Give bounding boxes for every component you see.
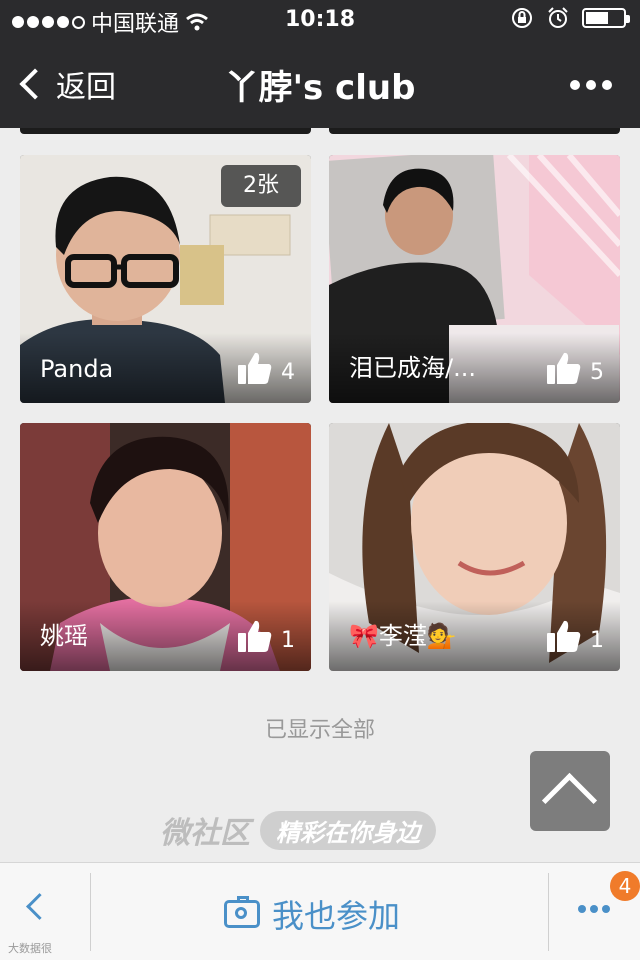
thumbs-up-icon bbox=[238, 352, 272, 384]
more-menu-button[interactable] bbox=[578, 905, 610, 913]
watermark: 大数据很 bbox=[8, 942, 52, 955]
page-title: 丫脖's club bbox=[224, 68, 416, 108]
like-count: 1 bbox=[281, 628, 295, 653]
navigation-bar: 返回 丫脖's club bbox=[0, 40, 640, 128]
like-button[interactable]: 1 bbox=[237, 619, 295, 653]
chevron-up-icon bbox=[541, 772, 598, 829]
back-arrow-button[interactable] bbox=[26, 893, 53, 920]
divider bbox=[90, 873, 91, 951]
like-count: 5 bbox=[590, 360, 604, 385]
like-button[interactable]: 4 bbox=[237, 351, 295, 385]
join-button[interactable]: 我也参加 bbox=[224, 891, 400, 937]
alarm-icon bbox=[548, 7, 568, 28]
photo-card[interactable]: 🎀李滢💁 1 bbox=[329, 423, 620, 671]
previous-card-edge bbox=[329, 128, 620, 134]
photo-card[interactable]: 泪已成海/... 5 bbox=[329, 155, 620, 403]
member-name: 泪已成海/... bbox=[349, 354, 476, 382]
list-end-label: 已显示全部 bbox=[264, 718, 375, 743]
photo-card[interactable]: 2张 Panda 4 bbox=[20, 155, 311, 403]
like-button[interactable]: 1 bbox=[546, 619, 604, 653]
previous-card-edge bbox=[20, 128, 311, 134]
status-bar: 中国联通 10:18 bbox=[0, 0, 640, 40]
member-name: Panda bbox=[40, 355, 114, 383]
more-options-button[interactable] bbox=[570, 80, 612, 90]
thumbs-up-icon bbox=[238, 620, 272, 652]
camera-icon bbox=[224, 896, 260, 928]
photo-card[interactable]: 姚瑶 1 bbox=[20, 423, 311, 671]
member-name: 姚瑶 bbox=[40, 622, 88, 650]
bottom-toolbar: 我也参加 4 bbox=[0, 862, 640, 960]
brand-name: 微社区 bbox=[160, 816, 250, 851]
notification-badge: 4 bbox=[610, 871, 640, 901]
like-button[interactable]: 5 bbox=[546, 351, 604, 385]
like-count: 4 bbox=[281, 360, 295, 385]
brand-tagline: 精彩在你身边 bbox=[260, 810, 436, 850]
rotation-lock-icon bbox=[512, 8, 532, 28]
thumbs-up-icon bbox=[547, 352, 581, 384]
divider bbox=[548, 873, 549, 951]
photo-count-badge: 2张 bbox=[221, 165, 301, 207]
thumbs-up-icon bbox=[547, 620, 581, 652]
brand-footer: 微社区 精彩在你身边 bbox=[160, 808, 436, 852]
scroll-to-top-button[interactable] bbox=[530, 751, 610, 831]
member-name: 🎀李滢💁 bbox=[349, 622, 457, 650]
join-label: 我也参加 bbox=[272, 897, 401, 935]
photo-feed[interactable]: 2张 Panda 4 泪已成海/... 5 姚瑶 1 🎀李滢💁 1 已显示全部 … bbox=[0, 128, 640, 862]
battery-icon bbox=[582, 8, 630, 28]
like-count: 1 bbox=[590, 628, 604, 653]
